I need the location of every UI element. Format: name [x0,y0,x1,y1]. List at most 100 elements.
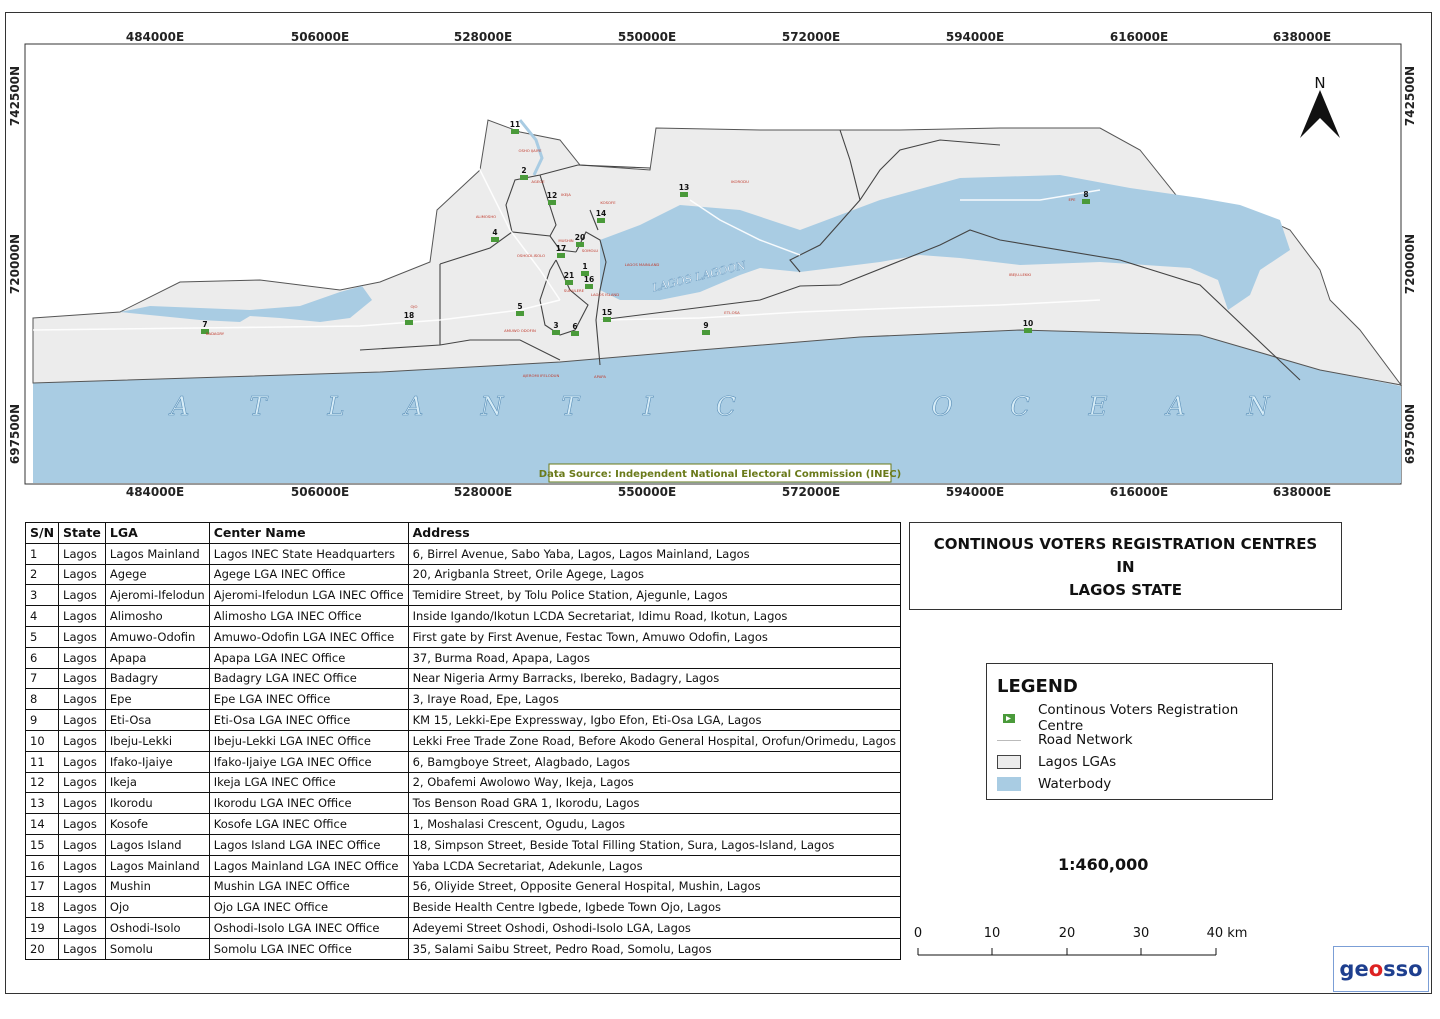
map-title-box: CONTINOUS VOTERS REGISTRATION CENTRES IN… [909,522,1342,610]
flag-marker-icon [571,331,579,336]
flag-marker-icon [557,253,565,258]
table-row: 17 Lagos Mushin Mushin LGA INEC Office 56, O… [24,875,901,898]
cell-state: Lagos [58,646,106,669]
cell-lga: Ifako-Ijaiye [104,750,210,773]
centre-marker: 18 [404,311,414,325]
ocean-letter: T [561,392,580,422]
cell-sn: 16 [24,854,60,877]
cell-sn: 2 [24,563,60,586]
cell-state: Lagos [58,625,106,648]
cell-center-name: Alimosho LGA INEC Office [208,605,409,627]
cell-address: 6, Birrel Avenue, Sabo Yaba, Lagos, Lago… [407,542,901,565]
cell-lga: Epe [104,688,210,711]
cell-center-name: Apapa LGA INEC Office [208,646,409,669]
header-lga: LGA [104,522,210,544]
cell-address: 37, Burma Road, Apapa, Lagos [407,646,901,669]
flag-marker-icon [1024,328,1032,333]
cell-address: 56, Oliyide Street, Opposite General Hos… [407,875,901,898]
cell-lga: Ikorodu [104,792,210,815]
cell-address: 3, Iraye Road, Epe, Lagos [407,688,901,711]
centre-marker-number: 15 [602,308,612,317]
cell-state: Lagos [58,563,106,586]
flag-marker-icon [405,320,413,325]
cell-lga: Apapa [104,646,210,669]
cell-sn: 4 [24,605,60,627]
centre-marker-number: 8 [1083,190,1088,199]
cell-center-name: Epe LGA INEC Office [208,688,409,711]
centre-marker-number: 17 [556,244,566,253]
cell-state: Lagos [58,937,106,960]
flag-marker-icon [516,311,524,316]
grid-labels-bottom: 484000E 506000E 528000E 550000E 572000E 59400… [126,485,1331,499]
grid-labels-top: 484000E 506000E 528000E 550000E 572000E 59400… [126,30,1331,44]
cell-sn: 17 [24,875,60,898]
cell-address: Lekki Free Trade Zone Road, Before Akodo… [407,729,901,752]
grid-label-bottom: 594000E [946,485,1004,499]
table-row: 12 Lagos Ikeja Ikeja LGA INEC Office 2, Obaf… [24,771,901,794]
centre-marker: 21 [564,271,574,285]
cell-center-name: Mushin LGA INEC Office [208,875,409,898]
cell-state: Lagos [58,771,106,794]
centre-marker-number: 16 [584,275,594,284]
lga-label: LAGOS MAINLAND [625,262,660,267]
scale-tick-label: 40 km [1207,926,1248,941]
ocean-letter: N [1246,392,1271,422]
grid-label-bottom: 484000E [126,485,184,499]
table-row: 14 Lagos Kosofe Kosofe LGA INEC Office 1, Mo… [24,813,901,835]
centre-marker: 12 [547,191,557,205]
cell-state: Lagos [58,896,106,919]
centre-marker-number: 14 [596,209,606,218]
legend-label-water: Waterbody [1038,776,1112,792]
legend-title: LEGEND [997,676,1078,697]
centre-marker-number: 1 [582,262,587,271]
cell-center-name: Ajeromi-Ifelodun LGA INEC Office [208,584,409,607]
legend-label-lgas: Lagos LGAs [1038,754,1117,770]
lga-label: AJEROMI IFELODUN [523,373,560,378]
centre-marker: 15 [602,308,612,322]
cell-center-name: Agege LGA INEC Office [208,563,409,586]
centre-marker-number: 3 [553,321,558,330]
ocean-letter: I [642,392,654,422]
centre-marker-number: 12 [547,191,557,200]
grid-labels-left: 742500N 720000N 697500N [8,66,22,464]
land-swatch-icon [997,755,1021,769]
table-row: 3 Lagos Ajeromi-Ifelodun Ajeromi-Ifelodun L… [24,584,901,607]
grid-label-bottom: 616000E [1110,485,1168,499]
centre-marker-number: 2 [521,166,526,175]
flag-marker-icon [702,330,710,335]
cell-address: Temidire Street, by Tolu Police Station,… [407,584,901,607]
cell-state: Lagos [58,792,106,815]
ocean-letter: E [1088,392,1108,422]
flag-marker-icon [680,192,688,197]
ocean-letter: C [1010,392,1030,422]
grid-label-bottom: 528000E [454,485,512,499]
lga-label: AGEGE [531,179,545,184]
centre-marker: 14 [596,209,606,223]
grid-labels-right: 742500N 720000N 697500N [1403,66,1417,464]
cell-center-name: Badagry LGA INEC Office [208,667,409,690]
lga-label: IKORODU [731,179,749,184]
cell-center-name: Lagos Island LGA INEC Office [208,833,409,856]
cell-sn: 3 [24,584,60,607]
cell-center-name: Lagos INEC State Headquarters [208,542,409,565]
table-body: 1 Lagos Lagos Mainland Lagos INEC State Hea… [24,542,901,960]
scale-tick-label: 0 [914,926,922,941]
cell-sn: 20 [24,937,60,960]
cell-address: 1, Moshalasi Crescent, Ogudu, Lagos [407,813,901,835]
lga-label: OSHO IJAIYE [518,148,542,153]
table-row: 4 Lagos Alimosho Alimosho LGA INEC Office In… [24,605,901,627]
grid-label-bottom: 550000E [618,485,676,499]
cell-sn: 6 [24,646,60,669]
north-label: N [1314,74,1325,92]
legend-item-water: Waterbody [997,775,1111,793]
centre-marker-number: 5 [517,302,522,311]
header-address: Address [407,522,901,544]
cell-lga: Amuwo-Odofin [104,625,210,648]
cell-address: Inside Igando/Ikotun LCDA Secretariat, I… [407,605,901,627]
cell-sn: 1 [24,542,60,565]
flag-marker-icon [511,129,519,134]
cell-lga: Kosofe [104,813,210,835]
grid-label-left: 697500N [8,404,22,464]
legend-label-centre: Continous Voters Registration Centre [1038,702,1239,734]
map-title-line3: LAGOS STATE [1068,581,1183,599]
